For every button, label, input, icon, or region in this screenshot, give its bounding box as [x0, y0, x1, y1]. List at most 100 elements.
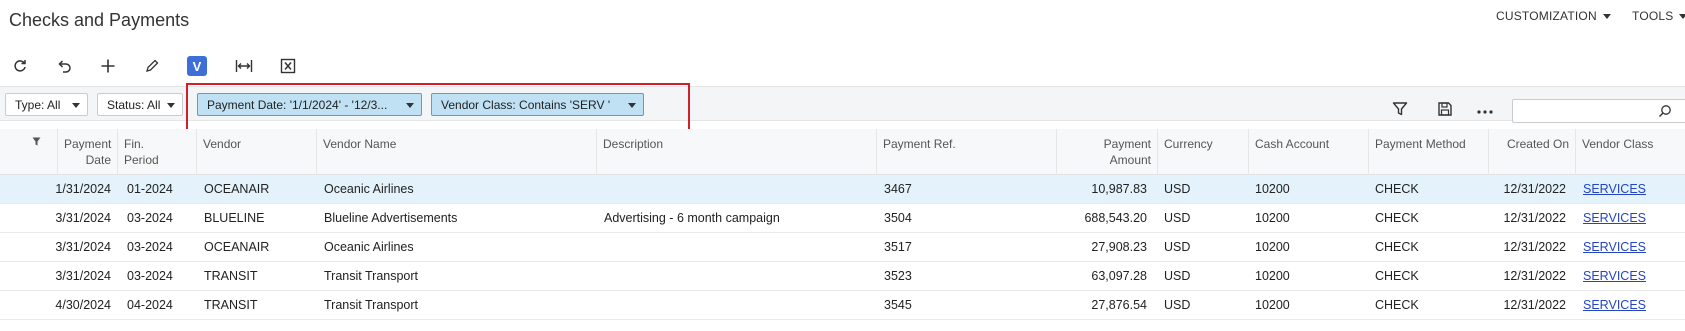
cell-fin-period: 03-2024: [127, 240, 173, 254]
cell-payment-date: 4/30/2024: [55, 298, 111, 312]
cell-vendor: TRANSIT: [204, 298, 258, 312]
cell-payment-method: CHECK: [1375, 269, 1419, 283]
cell-fin-period: 04-2024: [127, 298, 173, 312]
cell-payment-ref: 3545: [884, 298, 912, 312]
col-payment-date[interactable]: Payment Date: [57, 129, 117, 175]
chevron-down-icon: [628, 103, 636, 108]
cell-currency: USD: [1164, 240, 1191, 254]
status-filter-label: Status: All: [107, 97, 161, 112]
cell-payment-ref: 3467: [884, 182, 912, 196]
v-badge: V: [187, 56, 207, 76]
col-vendor-name[interactable]: Vendor Name: [316, 129, 596, 175]
customization-menu[interactable]: CUSTOMIZATION: [1496, 9, 1611, 23]
add-icon[interactable]: [96, 54, 120, 78]
tools-label: TOOLS: [1632, 9, 1674, 23]
column-filter-icon[interactable]: [32, 135, 41, 149]
cell-cash-account: 10200: [1255, 182, 1290, 196]
cell-vendor: BLUELINE: [204, 211, 265, 225]
cell-description: Advertising - 6 month campaign: [604, 211, 780, 225]
col-description[interactable]: Description: [596, 129, 876, 175]
cell-payment-date: 1/31/2024: [55, 182, 111, 196]
cell-fin-period: 03-2024: [127, 211, 173, 225]
cell-fin-period: 03-2024: [127, 269, 173, 283]
cell-payment-method: CHECK: [1375, 211, 1419, 225]
refresh-icon[interactable]: [8, 54, 32, 78]
payment-date-filter[interactable]: Payment Date: '1/1/2024' - '12/3...: [197, 93, 422, 116]
col-payment-amount[interactable]: Payment Amount: [1056, 129, 1157, 175]
cell-created-on: 12/31/2022: [1503, 298, 1566, 312]
vendor-class-link[interactable]: SERVICES: [1583, 298, 1646, 312]
table-row[interactable]: 3/31/2024 03-2024 BLUELINE Blueline Adverti…: [0, 204, 1685, 233]
v-icon[interactable]: V: [185, 54, 209, 78]
filter-icon[interactable]: [1388, 97, 1412, 121]
vendor-class-link[interactable]: SERVICES: [1583, 240, 1646, 254]
cell-payment-ref: 3523: [884, 269, 912, 283]
cell-cash-account: 10200: [1255, 211, 1290, 225]
cell-vendor-class: SERVICES: [1577, 175, 1685, 204]
col-payment-amount-line1: Payment: [1103, 137, 1151, 151]
table-row[interactable]: 3/31/2024 03-2024 OCEANAIR Oceanic Airlines…: [0, 233, 1685, 262]
table-row[interactable]: 3/31/2024 03-2024 TRANSIT Transit Transport…: [0, 262, 1685, 291]
col-payment-amount-line2: Amount: [1109, 153, 1151, 167]
vendor-class-link[interactable]: SERVICES: [1583, 211, 1646, 225]
page-title: Checks and Payments: [9, 10, 190, 30]
col-payment-ref[interactable]: Payment Ref.: [876, 129, 1056, 175]
chevron-down-icon: [1602, 13, 1611, 19]
fit-width-icon[interactable]: [232, 54, 256, 78]
cell-payment-date: 3/31/2024: [55, 211, 111, 225]
chevron-down-icon: [72, 103, 80, 108]
chevron-down-icon: [1679, 13, 1685, 19]
status-filter[interactable]: Status: All: [97, 93, 183, 116]
export-excel-icon[interactable]: [276, 54, 300, 78]
cell-currency: USD: [1164, 298, 1191, 312]
tools-menu[interactable]: TOOLS: [1632, 9, 1685, 23]
cell-created-on: 12/31/2022: [1503, 269, 1566, 283]
vendor-class-link[interactable]: SERVICES: [1583, 182, 1646, 196]
payments-grid: Payment Date Fin. Period Vendor Vendor N…: [0, 129, 1685, 320]
cell-created-on: 12/31/2022: [1503, 211, 1566, 225]
vendor-class-link[interactable]: SERVICES: [1583, 269, 1646, 283]
search-input[interactable]: [1512, 99, 1685, 123]
cell-cash-account: 10200: [1255, 298, 1290, 312]
cell-payment-amount: 688,543.20: [1084, 211, 1147, 225]
cell-vendor: TRANSIT: [204, 269, 258, 283]
col-fin-period-line1: Fin.: [124, 137, 145, 151]
col-fin-period[interactable]: Fin. Period: [117, 129, 196, 175]
cell-fin-period: 01-2024: [127, 182, 173, 196]
type-filter-label: Type: All: [15, 97, 61, 112]
col-vendor[interactable]: Vendor: [196, 129, 316, 175]
save-icon[interactable]: [1433, 97, 1457, 121]
cell-description: [598, 175, 876, 204]
cell-vendor-name: Blueline Advertisements: [324, 211, 458, 225]
col-created-on[interactable]: Created On: [1488, 129, 1575, 175]
cell-payment-ref: 3517: [884, 240, 912, 254]
cell-payment-method: CHECK: [1375, 182, 1419, 196]
cell-vendor-name: Transit Transport: [324, 298, 419, 312]
col-currency[interactable]: Currency: [1157, 129, 1248, 175]
col-vendor-class[interactable]: Vendor Class: [1575, 129, 1685, 175]
undo-icon[interactable]: [52, 54, 76, 78]
cell-payment-method: CHECK: [1375, 240, 1419, 254]
type-filter[interactable]: Type: All: [5, 93, 88, 116]
cell-description: [598, 291, 876, 320]
cell-vendor-class: SERVICES: [1577, 291, 1685, 320]
toolbar: V: [0, 54, 320, 78]
col-cash-account[interactable]: Cash Account: [1248, 129, 1368, 175]
table-row[interactable]: 4/30/2024 04-2024 TRANSIT Transit Transport…: [0, 291, 1685, 320]
cell-vendor-name: Oceanic Airlines: [324, 240, 414, 254]
cell-description: [598, 233, 876, 262]
cell-payment-date: 3/31/2024: [55, 240, 111, 254]
edit-icon[interactable]: [140, 54, 164, 78]
cell-created-on: 12/31/2022: [1503, 182, 1566, 196]
cell-created-on: 12/31/2022: [1503, 240, 1566, 254]
search-icon[interactable]: [1658, 104, 1672, 121]
cell-cash-account: 10200: [1255, 240, 1290, 254]
more-options-icon[interactable]: [1473, 97, 1497, 121]
col-payment-method[interactable]: Payment Method: [1368, 129, 1488, 175]
payment-date-filter-label: Payment Date: '1/1/2024' - '12/3...: [207, 97, 388, 112]
vendor-class-filter-label: Vendor Class: Contains 'SERV ': [441, 97, 611, 112]
col-fin-period-line2: Period: [124, 153, 159, 167]
grid-body: 1/31/2024 01-2024 OCEANAIR Oceanic Airlines…: [0, 175, 1685, 320]
table-row[interactable]: 1/31/2024 01-2024 OCEANAIR Oceanic Airlines…: [0, 175, 1685, 204]
vendor-class-filter[interactable]: Vendor Class: Contains 'SERV ': [431, 93, 644, 116]
